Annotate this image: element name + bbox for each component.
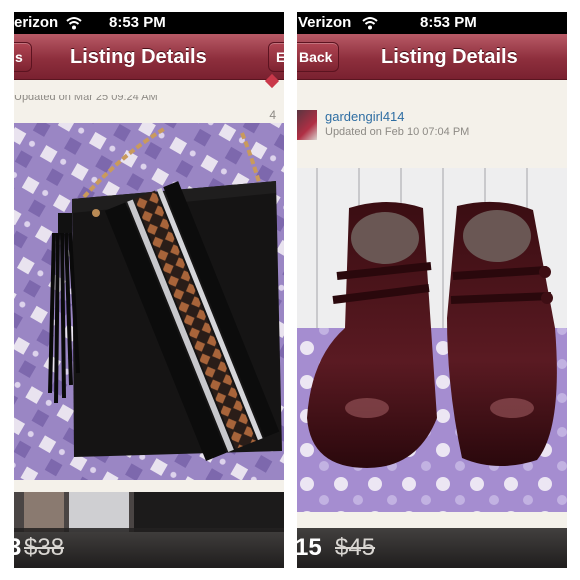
nav-bar: Back Listing Details — [297, 34, 567, 80]
listing-photo[interactable] — [14, 123, 284, 480]
left-screen: erizon 8:53 PM s Listing Details E Updat… — [14, 12, 284, 568]
current-price: 15 — [297, 534, 322, 561]
wifi-icon — [362, 17, 378, 30]
original-price: $45 — [335, 534, 376, 561]
page-title: Listing Details — [70, 46, 207, 68]
right-screen: Verizon 8:53 PM Back Listing Details gar… — [297, 12, 567, 568]
updated-timestamp: Updated on Feb 10 07:04 PM — [325, 126, 470, 138]
status-bar: Verizon 8:53 PM — [297, 12, 567, 34]
original-price: $38 — [24, 534, 65, 561]
avatar[interactable] — [297, 110, 317, 140]
listing-photo[interactable] — [297, 168, 567, 512]
listing-content: gardengirl414 Updated on Feb 10 07:04 PM — [297, 80, 567, 512]
price-bar: 3 $38 — [14, 528, 284, 568]
listing-content: Updated on Mar 25 09:24 AM 4 — [14, 73, 284, 500]
current-price: 3 — [14, 534, 22, 561]
wifi-icon — [66, 17, 82, 30]
back-button[interactable]: Back — [297, 42, 339, 72]
clock: 8:53 PM — [420, 14, 477, 31]
back-button[interactable]: s — [14, 42, 32, 72]
seller-username[interactable]: gardengirl414 — [325, 109, 405, 124]
updated-timestamp: Updated on Mar 25 09:24 AM — [14, 91, 158, 103]
like-count: 4 — [269, 108, 276, 122]
clock: 8:53 PM — [109, 14, 166, 31]
status-bar: erizon 8:53 PM — [14, 12, 284, 34]
price-bar: 15 $45 — [297, 528, 567, 568]
edit-button[interactable]: E — [268, 42, 284, 72]
carrier-label: erizon — [14, 14, 59, 31]
carrier-label: Verizon — [298, 14, 352, 31]
photo-thumbnail-strip[interactable] — [14, 492, 284, 532]
page-title: Listing Details — [381, 46, 518, 68]
nav-bar: s Listing Details E — [14, 34, 284, 80]
